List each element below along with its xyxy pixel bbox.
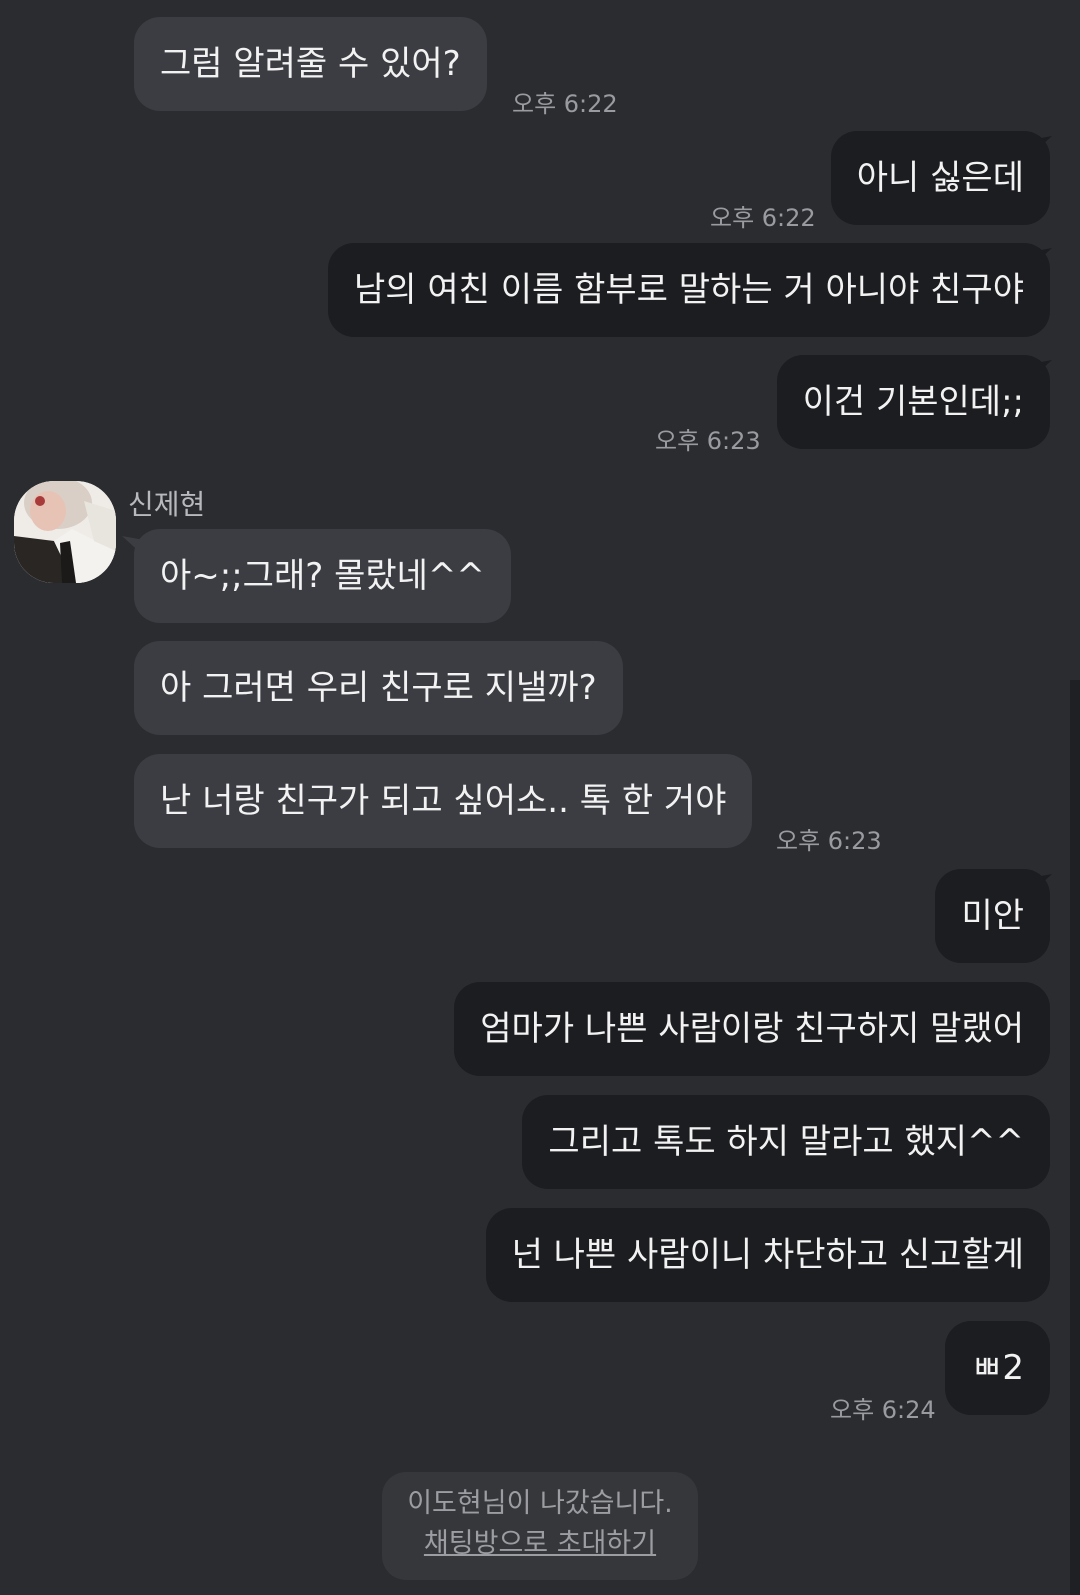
avatar-photo (14, 481, 116, 583)
sender-avatar[interactable] (14, 481, 116, 583)
user-left-notice: 이도현님이 나갔습니다. (407, 1488, 673, 1519)
message-bubble-incoming[interactable]: 그럼 알려줄 수 있어? (134, 17, 487, 111)
message-bubble-incoming[interactable]: 난 너랑 친구가 되고 싶어소.. 톡 한 거야 (134, 754, 753, 848)
message-timestamp: 오후 6:22 (512, 90, 618, 118)
message-timestamp: 오후 6:22 (710, 204, 816, 232)
system-notice: 이도현님이 나갔습니다. 채팅방으로 초대하기 (382, 1472, 698, 1580)
message-timestamp: 오후 6:24 (830, 1396, 936, 1424)
scrollbar[interactable] (1070, 680, 1080, 1595)
message-bubble-outgoing[interactable]: 이건 기본인데;; (776, 355, 1050, 449)
message-bubble-outgoing[interactable]: 남의 여친 이름 함부로 말하는 거 아니야 친구야 (328, 243, 1050, 337)
message-bubble-outgoing[interactable]: 넌 나쁜 사람이니 차단하고 신고할게 (485, 1208, 1050, 1302)
sender-name: 신제현 (128, 488, 206, 521)
message-timestamp: 오후 6:23 (655, 427, 761, 455)
message-bubble-outgoing[interactable]: 미안 (935, 869, 1050, 963)
message-bubble-outgoing[interactable]: 엄마가 나쁜 사람이랑 친구하지 말랬어 (454, 982, 1050, 1076)
message-timestamp: 오후 6:23 (776, 827, 882, 855)
message-bubble-incoming[interactable]: 아 그러면 우리 친구로 지낼까? (134, 641, 623, 735)
message-bubble-outgoing[interactable]: ㅃ2 (945, 1321, 1050, 1415)
chat-room: 그럼 알려줄 수 있어? 오후 6:22 아니 싫은데 오후 6:22 남의 여… (0, 0, 1080, 1595)
message-bubble-incoming[interactable]: 아~;;그래? 몰랐네^^ (134, 529, 511, 623)
invite-to-chat-link[interactable]: 채팅방으로 초대하기 (382, 1524, 698, 1564)
message-bubble-outgoing[interactable]: 그리고 톡도 하지 말라고 했지^^ (522, 1095, 1050, 1189)
message-bubble-outgoing[interactable]: 아니 싫은데 (830, 131, 1050, 225)
